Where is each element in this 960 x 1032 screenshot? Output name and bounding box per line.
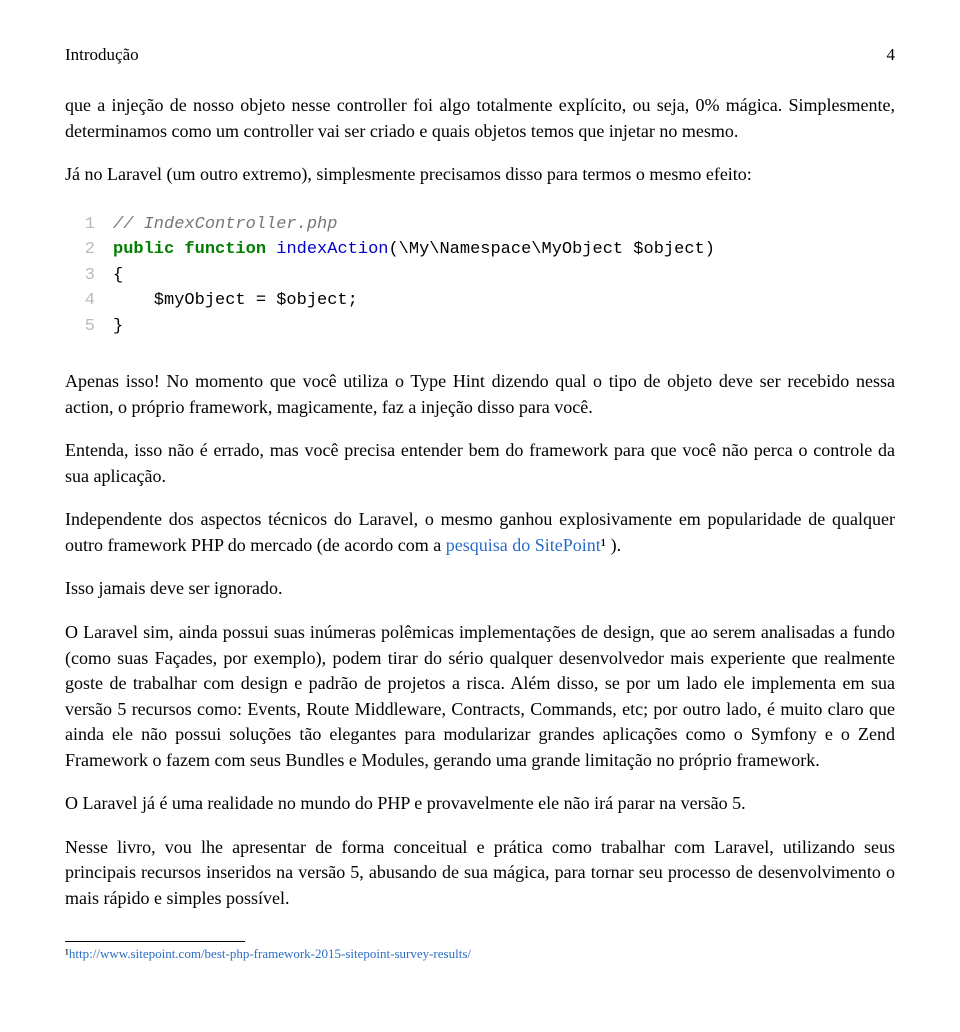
footnote-link[interactable]: http://www.sitepoint.com/best-php-framew…: [69, 946, 471, 961]
section-title: Introdução: [65, 45, 139, 65]
page-container: Introdução 4 que a injeção de nosso obje…: [0, 0, 960, 993]
paragraph-2: Já no Laravel (um outro extremo), simple…: [65, 162, 895, 188]
line-number: 2: [65, 237, 113, 263]
line-number: 4: [65, 288, 113, 314]
paragraph-6: Isso jamais deve ser ignorado.: [65, 576, 895, 602]
sitepoint-link[interactable]: pesquisa do SitePoint: [446, 535, 601, 555]
code-comment: // IndexController.php: [113, 215, 337, 234]
code-text: $myObject = $object;: [113, 288, 358, 314]
paragraph-7: O Laravel sim, ainda possui suas inúmera…: [65, 620, 895, 773]
code-keyword: public: [113, 240, 174, 259]
code-line-3: 3 {: [65, 263, 895, 289]
code-line-5: 5 }: [65, 314, 895, 340]
paragraph-5: Independente dos aspectos técnicos do La…: [65, 507, 895, 558]
footnote: ¹http://www.sitepoint.com/best-php-frame…: [65, 946, 895, 963]
footnote-separator: [65, 941, 245, 942]
code-block: 1 // IndexController.php 2 public functi…: [65, 212, 895, 340]
page-number: 4: [887, 45, 896, 65]
code-line-2: 2 public function indexAction(\My\Namesp…: [65, 237, 895, 263]
code-line-1: 1 // IndexController.php: [65, 212, 895, 238]
code-text: (\My\Namespace\MyObject $object): [388, 240, 714, 259]
paragraph-8: O Laravel já é uma realidade no mundo do…: [65, 791, 895, 817]
paragraph-1: que a injeção de nosso objeto nesse cont…: [65, 93, 895, 144]
paragraph-5-text-b: ).: [606, 535, 621, 555]
paragraph-4: Entenda, isso não é errado, mas você pre…: [65, 438, 895, 489]
line-number: 5: [65, 314, 113, 340]
code-funcname: indexAction: [266, 240, 388, 259]
paragraph-3: Apenas isso! No momento que você utiliza…: [65, 369, 895, 420]
page-header: Introdução 4: [65, 45, 895, 65]
code-text: {: [113, 263, 123, 289]
code-text: }: [113, 314, 123, 340]
code-keyword: function: [184, 240, 266, 259]
line-number: 1: [65, 212, 113, 238]
code-line-4: 4 $myObject = $object;: [65, 288, 895, 314]
paragraph-9: Nesse livro, vou lhe apresentar de forma…: [65, 835, 895, 912]
line-number: 3: [65, 263, 113, 289]
